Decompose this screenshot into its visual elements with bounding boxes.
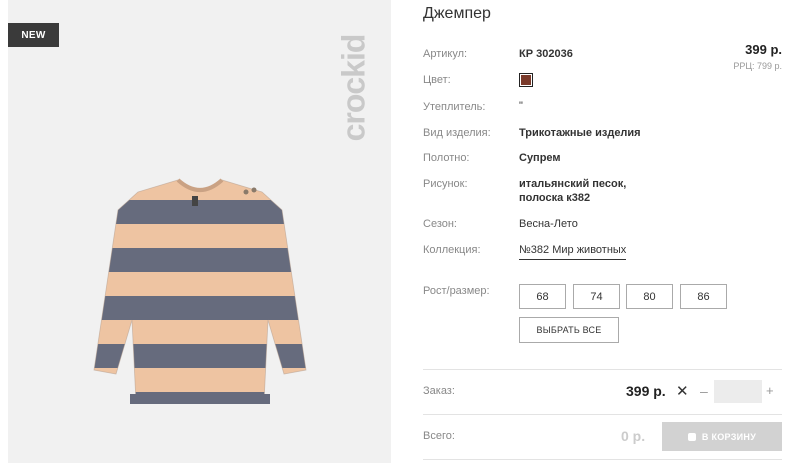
divider — [423, 414, 782, 415]
decrease-quantity-button[interactable]: – — [700, 383, 708, 399]
article-label: Артикул: — [423, 48, 468, 60]
insulation-value: " — [519, 100, 523, 112]
increase-quantity-button[interactable]: + — [766, 383, 774, 398]
brand-logo-text: crockid — [335, 34, 372, 142]
type-value: Трикотажные изделия — [519, 127, 641, 139]
size-label: Рост/размер: — [423, 285, 490, 297]
total-price: 0 р. — [621, 428, 646, 444]
collection-label: Коллекция: — [423, 244, 481, 256]
product-title: Джемпер — [423, 5, 491, 22]
size-button-80[interactable]: 80 — [626, 284, 673, 309]
product-price: 399 р. — [745, 42, 782, 57]
pattern-value-line2: полоска к382 — [519, 192, 591, 204]
divider — [423, 369, 782, 370]
quantity-input[interactable] — [714, 380, 762, 403]
product-photo[interactable] — [68, 170, 332, 410]
brand-logo: crockid — [324, 20, 384, 156]
divider — [423, 459, 782, 460]
cart-icon — [687, 432, 696, 441]
color-swatch-fill — [521, 75, 531, 85]
remove-icon[interactable]: ✕ — [676, 382, 689, 400]
fabric-value: Супрем — [519, 152, 561, 164]
rrp-price: РРЦ: 799 р. — [733, 61, 782, 71]
color-swatch[interactable] — [519, 73, 533, 87]
color-label: Цвет: — [423, 74, 451, 86]
size-button-74[interactable]: 74 — [573, 284, 620, 309]
pattern-label: Рисунок: — [423, 178, 468, 190]
add-to-cart-button[interactable]: В КОРЗИНУ — [662, 422, 782, 451]
collection-link[interactable]: №382 Мир животных — [519, 243, 627, 260]
season-value: Весна-Лето — [519, 218, 578, 230]
total-label: Всего: — [423, 430, 455, 442]
new-badge: NEW — [8, 23, 59, 47]
size-button-86[interactable]: 86 — [680, 284, 727, 309]
article-value: КР 302036 — [519, 48, 573, 60]
pattern-value-line1: итальянский песок, — [519, 178, 627, 190]
order-price: 399 р. — [626, 383, 666, 399]
add-to-cart-label: В КОРЗИНУ — [701, 431, 757, 442]
insulation-label: Утеплитель: — [423, 101, 486, 113]
select-all-sizes-button[interactable]: ВЫБРАТЬ ВСЕ — [519, 317, 619, 343]
fabric-label: Полотно: — [423, 152, 470, 164]
size-button-68[interactable]: 68 — [519, 284, 566, 309]
order-label: Заказ: — [423, 385, 455, 397]
product-image-panel: NEW crockid — [8, 0, 391, 463]
season-label: Сезон: — [423, 218, 457, 230]
type-label: Вид изделия: — [423, 127, 491, 139]
